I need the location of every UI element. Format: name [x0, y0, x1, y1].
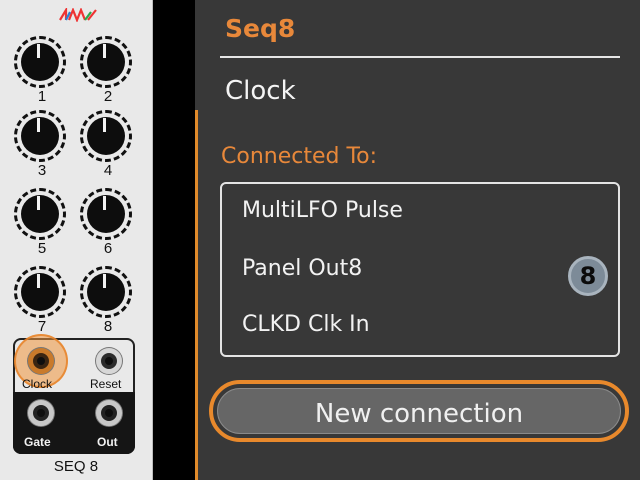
knob-label-6: 6 — [103, 240, 113, 257]
panel-out-badge-number: 8 — [579, 262, 597, 290]
reset-jack-label: Reset — [90, 377, 122, 391]
title-divider — [220, 56, 620, 58]
panel-out-badge: 8 — [568, 256, 608, 296]
knob-1[interactable] — [14, 36, 66, 88]
new-connection-label: New connection — [314, 399, 524, 429]
knob-label-2: 2 — [103, 88, 113, 105]
knob-5[interactable] — [14, 188, 66, 240]
knob-8[interactable] — [80, 266, 132, 318]
clock-jack-label: Clock — [22, 377, 53, 391]
knob-7[interactable] — [14, 266, 66, 318]
knob-label-7: 7 — [37, 318, 47, 335]
popup-title: Seq8 — [225, 14, 296, 43]
connection-item[interactable]: CLKD Clk In — [242, 312, 370, 337]
connection-item[interactable]: MultiLFO Pulse — [242, 198, 403, 223]
connection-item[interactable]: Panel Out8 — [242, 256, 362, 281]
knob-label-3: 3 — [37, 162, 47, 179]
knob-6[interactable] — [80, 188, 132, 240]
new-connection-button-face: New connection — [217, 388, 621, 434]
new-connection-button[interactable]: New connection — [209, 380, 629, 442]
knob-label-1: 1 — [37, 88, 47, 105]
popup-scroll-edge — [195, 110, 198, 480]
clock-jack[interactable] — [28, 348, 54, 374]
knob-4[interactable] — [80, 110, 132, 162]
knob-2[interactable] — [80, 36, 132, 88]
knob-label-4: 4 — [103, 162, 113, 179]
reset-jack[interactable] — [96, 348, 122, 374]
out-jack-label: Out — [97, 435, 118, 449]
jack-name: Clock — [225, 76, 296, 106]
out-jack[interactable] — [96, 400, 122, 426]
knob-label-8: 8 — [103, 318, 113, 335]
gate-jack[interactable] — [28, 400, 54, 426]
connected-to-heading: Connected To: — [221, 144, 378, 169]
module-name: SEQ 8 — [53, 458, 99, 475]
knob-3[interactable] — [14, 110, 66, 162]
jack-info-popup: Seq8 Clock Connected To: MultiLFO Pulse … — [195, 0, 640, 480]
gate-jack-label: Gate — [24, 435, 51, 449]
brand-logo-icon — [59, 8, 97, 22]
module-panel-seq8: 1 2 3 4 5 6 7 8 Clock Reset Gate Out SEQ… — [0, 0, 153, 480]
knob-label-5: 5 — [37, 240, 47, 257]
connections-list: MultiLFO Pulse Panel Out8 CLKD Clk In 8 — [220, 182, 620, 357]
